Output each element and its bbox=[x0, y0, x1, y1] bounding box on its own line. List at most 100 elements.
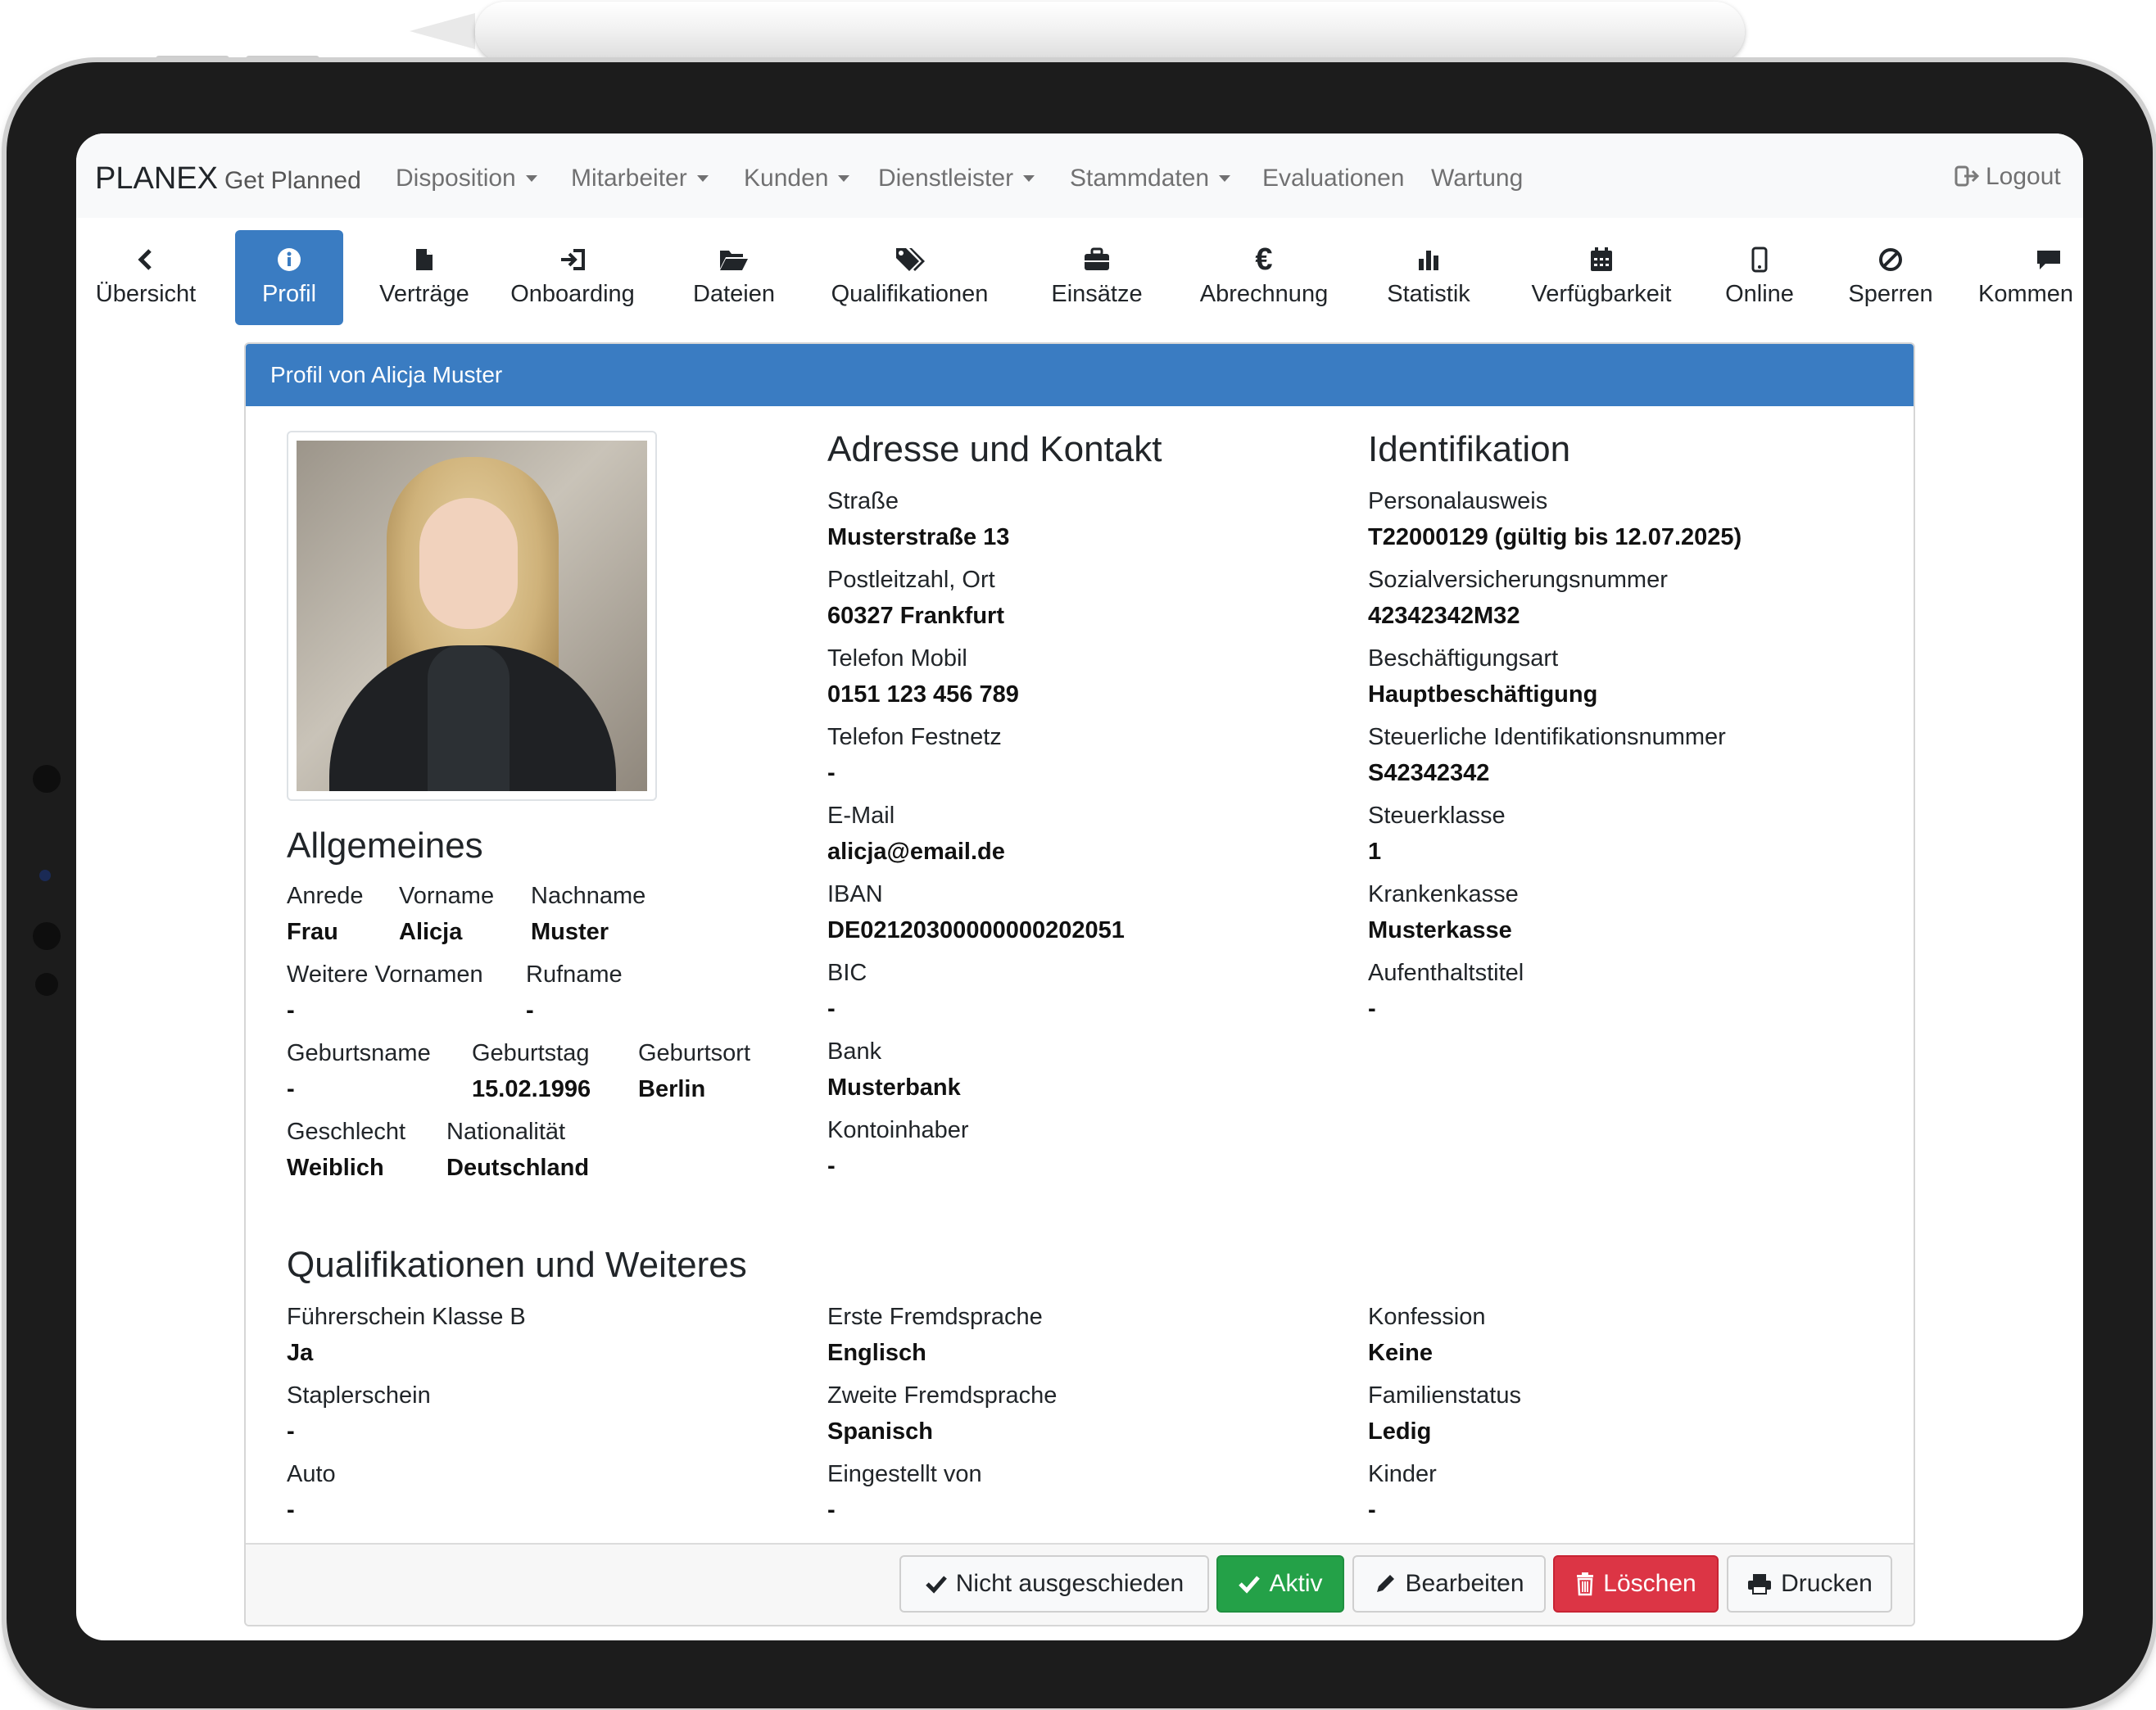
field-label: Geburtsname bbox=[287, 1040, 431, 1066]
field-nationalitaet: Nationalität Deutschland bbox=[446, 1115, 589, 1188]
logout-label: Logout bbox=[1986, 163, 2061, 190]
sensor-dot bbox=[35, 973, 58, 996]
nav-wartung[interactable]: Wartung bbox=[1431, 165, 1523, 192]
field-kontoinhaber: Kontoinhaber - bbox=[827, 1117, 969, 1179]
sign-in-icon bbox=[561, 249, 585, 270]
briefcase-icon bbox=[1085, 247, 1109, 270]
trash-icon bbox=[1577, 1572, 1594, 1596]
field-label: Geburtsort bbox=[638, 1040, 750, 1066]
field-rufname: Rufname - bbox=[526, 958, 623, 1030]
mobile-icon bbox=[1751, 247, 1768, 273]
button-label: Löschen bbox=[1603, 1570, 1696, 1597]
check-icon bbox=[1239, 1576, 1261, 1594]
nav-stammdaten[interactable]: Stammdaten bbox=[1070, 165, 1231, 192]
not-left-button[interactable]: Nicht ausgeschieden bbox=[899, 1555, 1209, 1613]
nav-disposition[interactable]: Disposition bbox=[396, 165, 537, 192]
field-personalausweis: Personalausweis T22000129 (gültig bis 12.… bbox=[1368, 488, 1742, 550]
field-krankenkasse: Krankenkasse Musterkasse bbox=[1368, 881, 1519, 943]
field-kinder: Kinder - bbox=[1368, 1461, 1437, 1523]
print-icon bbox=[1748, 1574, 1772, 1595]
tab-label: Profil bbox=[261, 281, 317, 307]
tab-kommentare[interactable]: Kommen bbox=[1977, 230, 2083, 325]
tab-onboarding[interactable]: Onboarding bbox=[507, 230, 638, 325]
field-geburtstag: Geburtstag 15.02.1996 bbox=[472, 1037, 591, 1109]
field-telefon-festnetz: Telefon Festnetz - bbox=[827, 724, 1002, 786]
file-icon bbox=[416, 249, 433, 270]
tab-sperren[interactable]: Sperren bbox=[1837, 230, 1944, 325]
field-label: Vorname bbox=[399, 883, 495, 909]
print-button[interactable]: Drucken bbox=[1727, 1555, 1892, 1613]
app-screen: PLANEX Get Planned Disposition Mitarbeite… bbox=[76, 133, 2083, 1640]
heading-adresse: Adresse und Kontakt bbox=[827, 429, 1162, 469]
info-icon bbox=[278, 248, 301, 271]
brand[interactable]: PLANEX Get Planned bbox=[95, 161, 361, 197]
tab-label: Statistik bbox=[1387, 281, 1470, 307]
field-value: Deutschland bbox=[446, 1155, 590, 1181]
button-label: Aktiv bbox=[1269, 1570, 1323, 1597]
field-value: Weiblich bbox=[287, 1155, 384, 1181]
field-value: - bbox=[526, 998, 534, 1024]
field-zweite-fremdsprache: Zweite Fremdsprache Spanisch bbox=[827, 1382, 1058, 1445]
logout-link[interactable]: Logout bbox=[1954, 163, 2061, 191]
caret-down-icon bbox=[838, 175, 850, 182]
field-eingestellt-von: Eingestellt von - bbox=[827, 1461, 982, 1523]
heading-qualifikationen: Qualifikationen und Weiteres bbox=[287, 1245, 747, 1285]
caret-down-icon bbox=[525, 175, 537, 182]
field-bic: BIC - bbox=[827, 960, 867, 1022]
field-erste-fremdsprache: Erste Fremdsprache Englisch bbox=[827, 1304, 1043, 1366]
tab-label: Verfügbarkeit bbox=[1531, 281, 1672, 307]
sensor-dot bbox=[33, 922, 61, 950]
apple-pencil bbox=[475, 2, 1745, 62]
field-geburtsort: Geburtsort Berlin bbox=[638, 1037, 750, 1109]
field-konfession: Konfession Keine bbox=[1368, 1304, 1486, 1366]
field-label: Weitere Vornamen bbox=[287, 961, 483, 988]
button-label: Nicht ausgeschieden bbox=[955, 1570, 1184, 1597]
heading-identifikation: Identifikation bbox=[1368, 429, 1571, 469]
top-navbar: PLANEX Get Planned Disposition Mitarbeite… bbox=[76, 133, 2083, 218]
edit-button[interactable]: Bearbeiten bbox=[1352, 1555, 1546, 1613]
active-button[interactable]: Aktiv bbox=[1216, 1555, 1344, 1613]
caret-down-icon bbox=[1023, 175, 1035, 182]
field-value: Berlin bbox=[638, 1076, 706, 1102]
tab-online[interactable]: Online bbox=[1714, 230, 1805, 325]
field-bank: Bank Musterbank bbox=[827, 1038, 961, 1101]
field-staplerschein: Staplerschein - bbox=[287, 1382, 431, 1445]
tab-label: Onboarding bbox=[510, 281, 635, 307]
folder-open-icon bbox=[720, 251, 748, 270]
tab-abrechnung[interactable]: € Abrechnung bbox=[1190, 230, 1338, 325]
comment-icon bbox=[2037, 251, 2060, 269]
field-steuer-id: Steuerliche Identifikationsnummer S423423… bbox=[1368, 724, 1726, 786]
field-label: Geschlecht bbox=[287, 1119, 406, 1145]
tab-uebersicht[interactable]: Übersicht bbox=[84, 230, 207, 325]
tab-vertraege[interactable]: Verträge bbox=[363, 230, 486, 325]
tab-statistik[interactable]: Statistik bbox=[1375, 230, 1482, 325]
delete-button[interactable]: Löschen bbox=[1553, 1555, 1719, 1613]
camera-lens bbox=[39, 870, 51, 881]
profile-photo bbox=[287, 431, 657, 801]
tab-profil[interactable]: Profil bbox=[235, 230, 343, 325]
pencil-icon bbox=[1377, 1575, 1395, 1592]
field-sozialversicherungsnummer: Sozialversicherungsnummer 42342342M32 bbox=[1368, 567, 1668, 629]
tab-label: Verträge bbox=[379, 281, 469, 307]
field-iban: IBAN DE02120300000000202051 bbox=[827, 881, 1125, 943]
nav-dienstleister[interactable]: Dienstleister bbox=[878, 165, 1035, 192]
logout-icon bbox=[1954, 165, 1980, 187]
field-steuerklasse: Steuerklasse 1 bbox=[1368, 803, 1506, 865]
tab-dateien[interactable]: Dateien bbox=[686, 230, 782, 325]
nav-mitarbeiter[interactable]: Mitarbeiter bbox=[571, 165, 709, 192]
field-aufenthaltstitel: Aufenthaltstitel - bbox=[1368, 960, 1524, 1022]
field-fuehrerschein: Führerschein Klasse B Ja bbox=[287, 1304, 526, 1366]
caret-down-icon bbox=[696, 175, 709, 182]
nav-evaluationen[interactable]: Evaluationen bbox=[1262, 165, 1404, 192]
field-nachname: Nachname Muster bbox=[531, 880, 645, 952]
brand-name: PLANEX bbox=[95, 161, 218, 196]
tab-label: Kommen bbox=[1978, 281, 2074, 307]
tab-einsaetze[interactable]: Einsätze bbox=[1044, 230, 1150, 325]
tab-verfuegbarkeit[interactable]: Verfügbarkeit bbox=[1516, 230, 1687, 325]
card-title: Profil von Alicja Muster bbox=[246, 344, 1914, 406]
nav-kunden[interactable]: Kunden bbox=[744, 165, 850, 192]
tab-qualifikationen[interactable]: Qualifikationen bbox=[822, 230, 998, 325]
field-vorname: Vorname Alicja bbox=[399, 880, 494, 952]
field-beschaeftigungsart: Beschäftigungsart Hauptbeschäftigung bbox=[1368, 645, 1598, 708]
field-email: E-Mail alicja@email.de bbox=[827, 803, 1005, 865]
